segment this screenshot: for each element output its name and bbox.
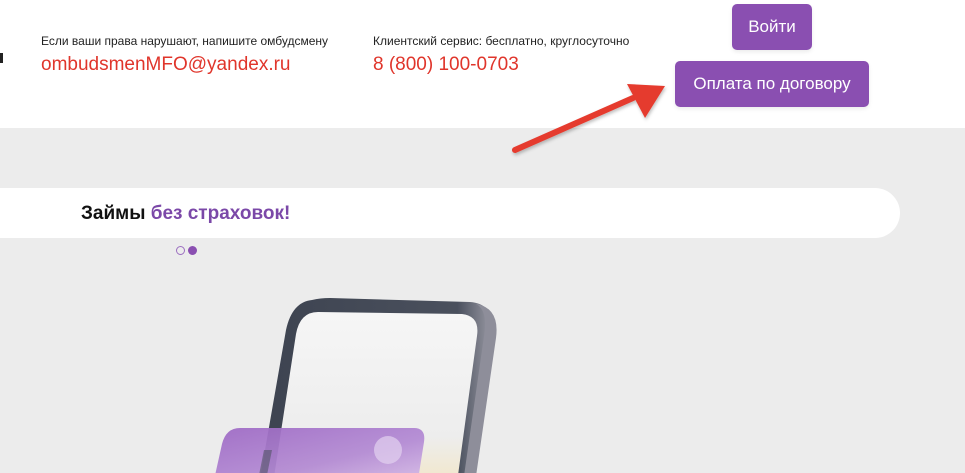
logo-edge <box>0 53 3 63</box>
service-phone-link[interactable]: 8 (800) 100-0703 <box>373 53 629 77</box>
header: Если ваши права нарушают, напишите омбуд… <box>0 0 965 128</box>
service-caption: Клиентский сервис: бесплатно, круглосуто… <box>373 34 630 48</box>
login-button[interactable]: Войти <box>732 4 812 50</box>
phone-card-illustration <box>215 298 497 473</box>
pay-by-contract-button[interactable]: Оплата по договору <box>675 61 869 107</box>
arrow-pointer-icon <box>512 84 665 153</box>
service-contact: Клиентский сервис: бесплатно, круглосуто… <box>373 33 629 77</box>
ombudsman-caption: Если ваши права нарушают, напишите омбуд… <box>41 34 329 48</box>
slider-dots <box>176 246 197 255</box>
slider-dot-2[interactable] <box>188 246 197 255</box>
slide-title: Займы без страховок! <box>81 202 290 226</box>
slider-dot-1[interactable] <box>176 246 185 255</box>
ombudsman-email-link[interactable]: ombudsmenMFO@yandex.ru <box>41 53 328 77</box>
slide-title-main: Займы <box>81 203 151 224</box>
ombudsman-contact: Если ваши права нарушают, напишите омбуд… <box>41 33 328 77</box>
slide-title-accent: без страховок! <box>150 203 291 224</box>
page: Если ваши права нарушают, напишите омбуд… <box>0 0 965 473</box>
